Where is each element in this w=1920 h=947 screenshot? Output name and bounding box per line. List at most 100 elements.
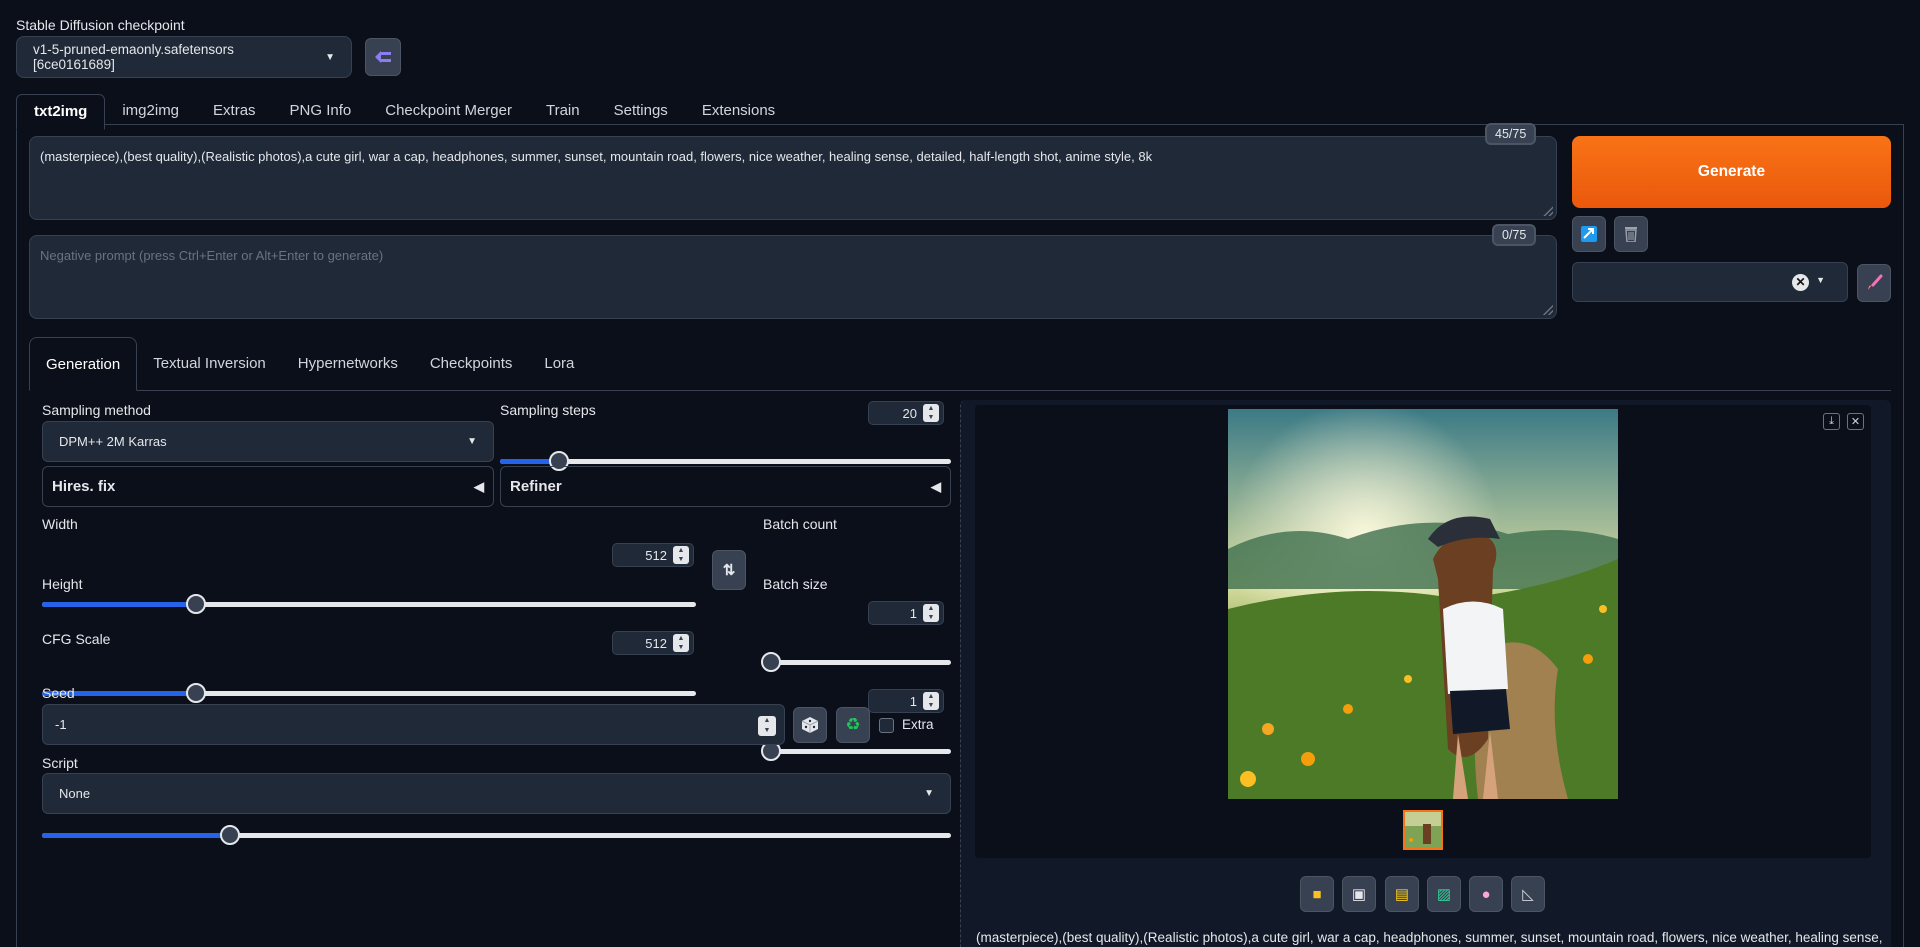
sampling-steps-label: Sampling steps [500, 402, 596, 418]
spinner-icon[interactable]: ▲▼ [758, 716, 776, 736]
recycle-icon: ♻ [845, 715, 861, 734]
slider-thumb[interactable] [186, 683, 206, 703]
generate-button[interactable]: Generate [1572, 136, 1891, 208]
tab-settings[interactable]: Settings [597, 94, 685, 130]
height-input[interactable]: 512 ▲ ▼ [612, 631, 694, 655]
save-icon: ▣ [1351, 886, 1367, 903]
edit-styles-button[interactable] [1857, 264, 1891, 302]
negative-prompt-input[interactable]: Negative prompt (press Ctrl+Enter or Alt… [29, 235, 1557, 319]
tab-checkpoint-merger[interactable]: Checkpoint Merger [368, 94, 529, 130]
hires-fix-label: Hires. fix [52, 478, 116, 495]
batch-size-value: 1 [909, 693, 917, 709]
random-seed-button[interactable] [793, 707, 827, 743]
seed-label: Seed [42, 685, 75, 701]
tab-hypernetworks[interactable]: Hypernetworks [282, 337, 414, 391]
tab-checkpoints[interactable]: Checkpoints [414, 337, 529, 391]
tab-txt2img[interactable]: txt2img [16, 94, 106, 130]
open-folder-button[interactable]: ■ [1300, 876, 1334, 912]
sampling-method-select[interactable]: DPM++ 2M Karras ▼ [42, 421, 494, 462]
image-icon: ▨ [1436, 886, 1452, 903]
spinner-icon[interactable]: ▲▼ [923, 604, 939, 622]
download-icon[interactable]: ⤓ [1823, 413, 1840, 430]
spinner-icon[interactable]: ▲▼ [673, 546, 689, 564]
sampling-method-value: DPM++ 2M Karras [59, 434, 167, 449]
send-to-extras-button[interactable]: ◺ [1511, 876, 1545, 912]
extra-checkbox[interactable] [879, 718, 894, 733]
close-icon[interactable]: ✕ [1847, 413, 1864, 430]
thumbnail-picture [1405, 812, 1441, 848]
hires-fix-accordion[interactable]: Hires. fix ◀ [42, 466, 494, 507]
batch-count-input[interactable]: 1 ▲ ▼ [868, 601, 944, 625]
chevron-down-icon: ▼ [924, 788, 934, 799]
batch-size-label: Batch size [763, 576, 828, 592]
chevron-down-icon: ▼ [325, 51, 335, 63]
refiner-accordion[interactable]: Refiner ◀ [500, 466, 951, 507]
resize-grip-icon[interactable] [1543, 206, 1553, 216]
sampling-steps-value: 20 [902, 405, 917, 421]
main-tabs: txt2img img2img Extras PNG Info Checkpoi… [16, 94, 792, 130]
zip-button[interactable]: ▤ [1385, 876, 1419, 912]
output-generation-info: (masterpiece),(best quality),(Realistic … [976, 930, 1883, 945]
sampling-steps-input[interactable]: 20 ▲ ▼ [868, 401, 944, 425]
checkpoint-select[interactable]: v1-5-pruned-emaonly.safetensors [6ce0161… [16, 36, 352, 78]
positive-prompt-text: (masterpiece),(best quality),(Realistic … [40, 149, 1153, 164]
send-to-inpaint-button[interactable]: ● [1469, 876, 1503, 912]
positive-prompt-input[interactable]: (masterpiece),(best quality),(Realistic … [29, 136, 1557, 220]
sampling-steps-slider[interactable] [500, 451, 951, 471]
refresh-checkpoint-button[interactable] [365, 38, 401, 76]
chevron-down-icon: ▼ [467, 436, 477, 447]
width-input[interactable]: 512 ▲ ▼ [612, 543, 694, 567]
slider-thumb[interactable] [220, 825, 240, 845]
apply-styles-button[interactable] [1572, 216, 1606, 252]
spinner-icon[interactable]: ▲▼ [673, 634, 689, 652]
reuse-seed-button[interactable]: ♻ [836, 707, 870, 743]
script-value: None [59, 786, 91, 801]
tab-png-info[interactable]: PNG Info [273, 94, 369, 130]
collapse-triangle-icon: ◀ [474, 478, 484, 494]
sub-tabs: Generation Textual Inversion Hypernetwor… [29, 337, 590, 391]
script-select[interactable]: None ▼ [42, 773, 951, 814]
cfg-scale-label: CFG Scale [42, 631, 111, 647]
height-label: Height [42, 576, 83, 592]
batch-count-value: 1 [909, 605, 917, 621]
save-button[interactable]: ▣ [1342, 876, 1376, 912]
tab-generation[interactable]: Generation [29, 337, 138, 391]
spinner-icon[interactable]: ▲▼ [923, 692, 939, 710]
resize-grip-icon[interactable] [1543, 305, 1553, 315]
slider-thumb[interactable] [186, 594, 206, 614]
negative-token-counter: 0/75 [1492, 224, 1537, 246]
clear-prompt-button[interactable] [1614, 216, 1648, 252]
send-to-img2img-button[interactable]: ▨ [1427, 876, 1461, 912]
collapse-triangle-icon: ◀ [931, 478, 941, 494]
height-slider[interactable] [42, 683, 696, 703]
negative-prompt-placeholder: Negative prompt (press Ctrl+Enter or Alt… [40, 248, 384, 263]
dice-icon [801, 717, 819, 733]
tab-lora[interactable]: Lora [528, 337, 590, 391]
batch-size-slider[interactable] [761, 741, 951, 761]
sampling-method-label: Sampling method [42, 402, 151, 418]
gallery-thumbnail[interactable] [1403, 810, 1443, 850]
tab-extensions[interactable]: Extensions [685, 94, 792, 130]
styles-select[interactable]: ✕ ▼ [1572, 262, 1848, 302]
batch-size-input[interactable]: 1 ▲ ▼ [868, 689, 944, 713]
tab-extras[interactable]: Extras [196, 94, 273, 130]
folder-icon: ■ [1312, 885, 1322, 903]
seed-input[interactable]: -1 ▲ ▼ [42, 704, 785, 745]
height-value: 512 [645, 635, 667, 651]
swap-dimensions-button[interactable]: ⇅ [712, 550, 746, 590]
tab-textual-inversion[interactable]: Textual Inversion [137, 337, 282, 391]
refresh-icon [375, 51, 391, 63]
spinner-icon[interactable]: ▲▼ [923, 404, 939, 422]
width-slider[interactable] [42, 594, 696, 614]
chevron-down-icon: ▼ [1816, 275, 1825, 285]
swap-icon: ⇅ [722, 562, 736, 579]
slider-thumb[interactable] [761, 652, 781, 672]
batch-count-slider[interactable] [761, 652, 951, 672]
tab-img2img[interactable]: img2img [105, 94, 196, 130]
generated-image[interactable] [1228, 409, 1618, 799]
checkbox-arrow-icon [1581, 226, 1597, 242]
clear-icon[interactable]: ✕ [1792, 274, 1809, 291]
tab-train[interactable]: Train [529, 94, 597, 130]
cfg-scale-slider[interactable] [42, 825, 951, 845]
palette-icon: ● [1481, 885, 1491, 903]
